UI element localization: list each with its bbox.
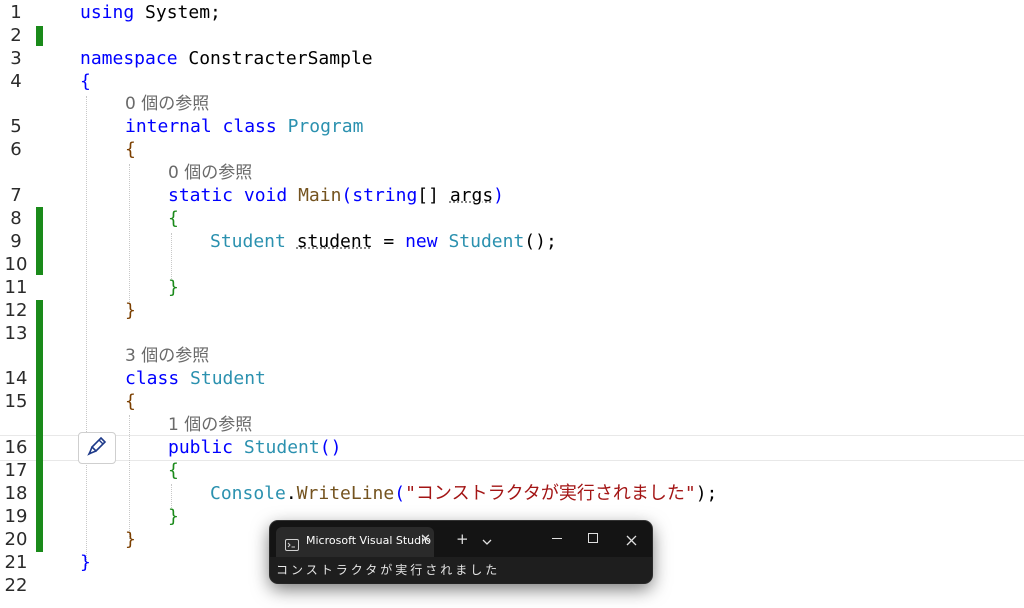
code-line-18[interactable]: Console.WriteLine("コンストラクタが実行されました"); [210, 483, 717, 505]
terminal-tab[interactable]: Microsoft Visual Studio ✕ [276, 527, 434, 557]
line-number: 18 [4, 483, 28, 504]
brace-close[interactable]: } [168, 277, 179, 299]
code-line-14[interactable]: class Student [125, 368, 266, 390]
line-number: 15 [4, 391, 28, 412]
terminal-output: コンストラクタが実行されました [276, 563, 501, 577]
indent-guide [129, 164, 130, 304]
line-number: 9 [10, 231, 22, 252]
code-line-3[interactable]: namespace ConstracterSample [80, 48, 373, 70]
codelens-references[interactable]: 0 個の参照 [125, 93, 209, 115]
type-name: Console [210, 483, 286, 504]
line-number: 7 [10, 185, 22, 206]
current-line-highlight [0, 435, 1024, 461]
line-number: 6 [10, 139, 22, 160]
keyword: class [125, 368, 180, 389]
code-line-7[interactable]: static void Main(string[] args) [168, 185, 504, 207]
line-number: 20 [4, 529, 28, 550]
console-icon [285, 536, 299, 555]
line-number: 16 [4, 437, 28, 458]
keyword: static void [168, 185, 288, 206]
line-number: 1 [10, 2, 22, 23]
brace-close[interactable]: } [80, 552, 91, 574]
terminal-titlebar[interactable]: Microsoft Visual Studio ✕ + [270, 521, 652, 557]
terminal-window[interactable]: Microsoft Visual Studio ✕ + コンストラクタが実行され… [270, 521, 652, 583]
line-number: 19 [4, 506, 28, 527]
type-name: Program [287, 116, 364, 137]
code-line-1[interactable]: using System; [80, 2, 221, 24]
indent-guide [171, 233, 172, 281]
change-indicator [36, 300, 43, 552]
close-window-icon[interactable] [626, 531, 637, 550]
line-number: 8 [10, 208, 22, 229]
line-number: 5 [10, 116, 22, 137]
code-line-5[interactable]: internal class Program [125, 116, 363, 138]
brace-close[interactable]: } [125, 529, 136, 551]
brace-open[interactable]: { [80, 71, 91, 93]
line-number: 2 [10, 25, 22, 46]
line-number: 12 [4, 300, 28, 321]
brace-open[interactable]: { [168, 208, 179, 230]
codelens-references[interactable]: 3 個の参照 [125, 345, 209, 367]
keyword: public [168, 437, 234, 458]
code-text: System; [134, 2, 221, 23]
method-name: WriteLine [296, 483, 395, 504]
chevron-down-icon[interactable] [482, 531, 492, 550]
keyword: namespace [80, 48, 178, 69]
terminal-tab-title: Microsoft Visual Studio [306, 534, 431, 547]
codelens-references[interactable]: 1 個の参照 [168, 414, 252, 436]
minimize-icon[interactable] [552, 538, 562, 539]
brace-open[interactable]: { [125, 391, 136, 413]
new-tab-button[interactable]: + [456, 530, 469, 548]
line-number: 13 [4, 323, 28, 344]
string-literal: "コンストラクタが実行されました" [405, 483, 696, 504]
line-number: 22 [4, 575, 28, 596]
variable-name: student [296, 231, 373, 252]
keyword: new [405, 231, 438, 252]
line-number: 10 [4, 254, 28, 275]
change-indicator [36, 207, 43, 275]
quick-action-button[interactable] [78, 432, 116, 464]
code-text: [] [417, 185, 450, 206]
close-tab-icon[interactable]: ✕ [420, 532, 431, 547]
code-text: = [372, 231, 406, 252]
code-text: (); [524, 231, 557, 252]
line-number: 3 [10, 48, 22, 69]
keyword: internal class [125, 116, 277, 137]
brace-open[interactable]: { [168, 460, 179, 482]
codelens-references[interactable]: 0 個の参照 [168, 162, 252, 184]
code-line-9[interactable]: Student student = new Student(); [210, 231, 557, 253]
code-text: . [285, 483, 297, 504]
paren: ( [394, 483, 406, 504]
line-number: 17 [4, 460, 28, 481]
paren: ) [493, 185, 505, 206]
parameter-name: args [449, 185, 494, 206]
type-name: Student [448, 231, 525, 252]
code-editor[interactable]: 1 2 3 4 5 6 7 8 9 10 11 12 13 14 15 16 1… [0, 0, 1024, 608]
method-name: Main [298, 185, 342, 206]
code-text: ); [695, 483, 718, 504]
indent-guide [129, 415, 130, 539]
line-number: 21 [4, 552, 28, 573]
line-number: 11 [4, 277, 28, 298]
keyword: using [80, 2, 135, 23]
maximize-icon[interactable] [588, 533, 598, 543]
namespace-name: ConstracterSample [177, 48, 373, 69]
code-line-16[interactable]: public Student() [168, 437, 341, 459]
change-indicator [36, 26, 43, 46]
brace-open[interactable]: { [125, 139, 136, 161]
keyword: string [352, 185, 418, 206]
indent-guide [86, 96, 87, 566]
line-number: 14 [4, 368, 28, 389]
paren: ( [341, 185, 353, 206]
paren: () [319, 437, 342, 458]
type-name: Student [243, 437, 320, 458]
brace-close[interactable]: } [125, 300, 136, 322]
line-number: 4 [10, 71, 22, 92]
brace-close[interactable]: } [168, 506, 179, 528]
type-name: Student [190, 368, 266, 389]
type-name: Student [210, 231, 286, 252]
pencil-brush-icon [86, 435, 108, 461]
